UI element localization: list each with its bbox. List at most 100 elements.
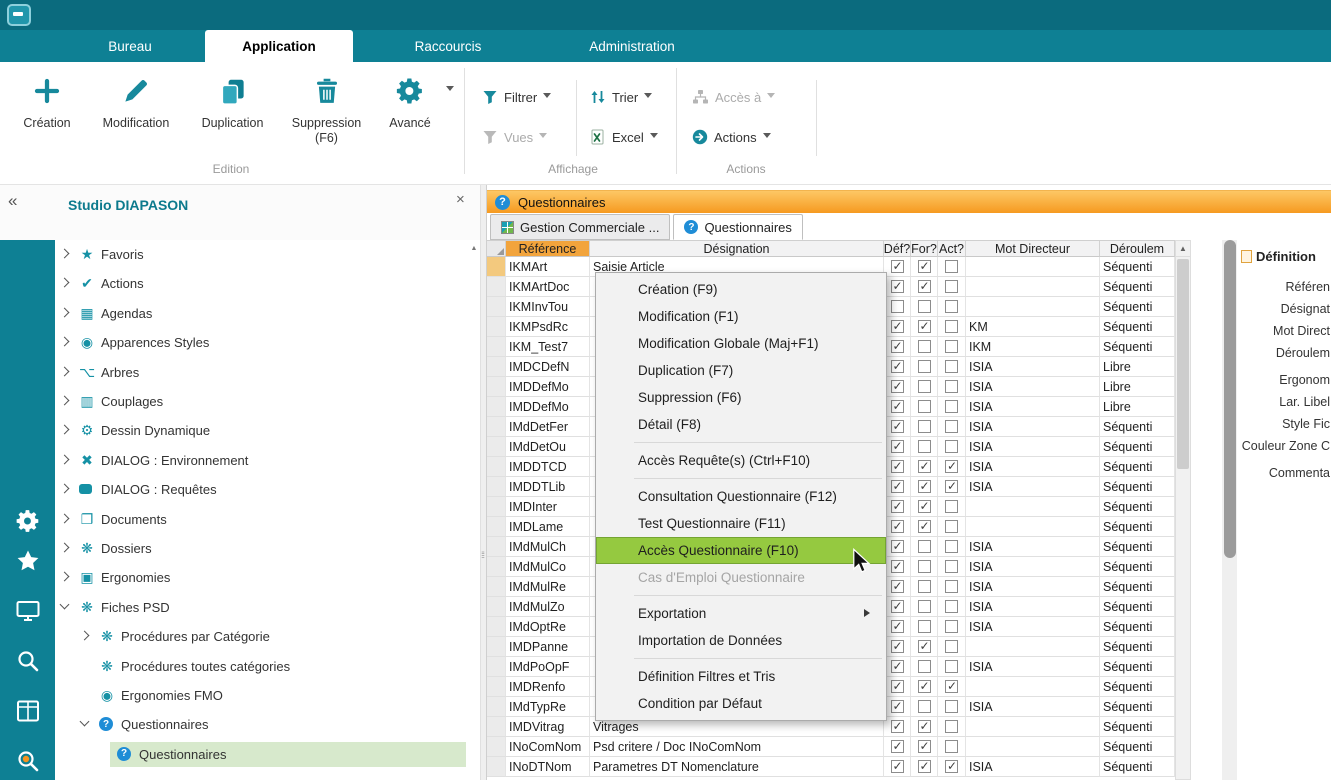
checkbox-unchecked[interactable] bbox=[945, 420, 958, 433]
row-leader[interactable] bbox=[487, 697, 506, 717]
close-icon[interactable]: × bbox=[456, 191, 465, 208]
library-icon[interactable] bbox=[15, 698, 41, 724]
checkbox-checked[interactable] bbox=[918, 260, 931, 273]
cell-designation[interactable]: Parametres DT Nomenclature bbox=[590, 757, 884, 777]
checkbox-checked[interactable] bbox=[891, 380, 904, 393]
checkbox-unchecked[interactable] bbox=[945, 440, 958, 453]
cell-flag[interactable] bbox=[938, 377, 966, 397]
cell-flag[interactable] bbox=[911, 357, 938, 377]
cell-deroulement[interactable]: Séquenti bbox=[1100, 497, 1175, 517]
cell-mot-directeur[interactable]: ISIA bbox=[966, 597, 1100, 617]
checkbox-checked[interactable] bbox=[945, 460, 958, 473]
cell-flag[interactable] bbox=[884, 657, 911, 677]
cell-deroulement[interactable]: Séquenti bbox=[1100, 517, 1175, 537]
cell-flag[interactable] bbox=[911, 397, 938, 417]
checkbox-unchecked[interactable] bbox=[918, 300, 931, 313]
row-leader[interactable] bbox=[487, 257, 506, 277]
sidebar-item-dessin-dynamique[interactable]: ⚙Dessin Dynamique bbox=[55, 417, 468, 444]
cell-flag[interactable] bbox=[884, 317, 911, 337]
cell-flag[interactable] bbox=[938, 557, 966, 577]
row-leader[interactable] bbox=[487, 457, 506, 477]
checkbox-checked[interactable] bbox=[891, 280, 904, 293]
context-menu-item-duplication-f7[interactable]: Duplication (F7) bbox=[596, 357, 886, 384]
chevron-right-icon[interactable] bbox=[60, 337, 70, 347]
cell-designation[interactable]: Psd critere / Doc INoComNom bbox=[590, 737, 884, 757]
checkbox-unchecked[interactable] bbox=[945, 500, 958, 513]
checkbox-unchecked[interactable] bbox=[945, 340, 958, 353]
cell-flag[interactable] bbox=[938, 457, 966, 477]
chevron-right-icon[interactable] bbox=[60, 396, 70, 406]
column-header-def[interactable]: Déf? bbox=[884, 241, 911, 257]
cell-reference[interactable]: IKM_Test7 bbox=[506, 337, 590, 357]
cell-flag[interactable] bbox=[911, 497, 938, 517]
checkbox-unchecked[interactable] bbox=[891, 300, 904, 313]
row-leader[interactable] bbox=[487, 617, 506, 637]
context-menu-item-condition-par-defaut[interactable]: Condition par Défaut bbox=[596, 690, 886, 717]
checkbox-checked[interactable] bbox=[891, 440, 904, 453]
cell-flag[interactable] bbox=[911, 437, 938, 457]
ribbon-tab-bureau[interactable]: Bureau bbox=[55, 30, 205, 62]
cell-flag[interactable] bbox=[938, 337, 966, 357]
sidebar-item-ergonomies-fmo[interactable]: ◉Ergonomies FMO bbox=[55, 682, 468, 709]
cell-flag[interactable] bbox=[911, 637, 938, 657]
cell-flag[interactable] bbox=[884, 397, 911, 417]
column-header-for[interactable]: For? bbox=[911, 241, 938, 257]
cell-mot-directeur[interactable] bbox=[966, 297, 1100, 317]
cell-flag[interactable] bbox=[911, 697, 938, 717]
sidebar-item-arbres[interactable]: ⌥Arbres bbox=[55, 359, 468, 386]
cell-deroulement[interactable]: Séquenti bbox=[1100, 537, 1175, 557]
cell-flag[interactable] bbox=[938, 677, 966, 697]
cell-deroulement[interactable]: Séquenti bbox=[1100, 477, 1175, 497]
grid-vertical-scrollbar[interactable]: ▲ bbox=[1175, 240, 1191, 780]
context-menu-item-modification-globale-maj-f1[interactable]: Modification Globale (Maj+F1) bbox=[596, 330, 886, 357]
cell-flag[interactable] bbox=[938, 737, 966, 757]
checkbox-checked[interactable] bbox=[918, 480, 931, 493]
cell-deroulement[interactable]: Séquenti bbox=[1100, 677, 1175, 697]
cell-mot-directeur[interactable]: ISIA bbox=[966, 417, 1100, 437]
cell-reference[interactable]: IMdDetOu bbox=[506, 437, 590, 457]
cell-mot-directeur[interactable]: ISIA bbox=[966, 617, 1100, 637]
cell-flag[interactable] bbox=[884, 337, 911, 357]
cell-deroulement[interactable]: Séquenti bbox=[1100, 737, 1175, 757]
cell-reference[interactable]: IMdMulCh bbox=[506, 537, 590, 557]
cell-mot-directeur[interactable]: IKM bbox=[966, 337, 1100, 357]
cell-mot-directeur[interactable]: ISIA bbox=[966, 697, 1100, 717]
cell-reference[interactable]: INoDTNom bbox=[506, 757, 590, 777]
ribbon-tab-application[interactable]: Application bbox=[205, 30, 353, 62]
checkbox-checked[interactable] bbox=[891, 760, 904, 773]
cell-deroulement[interactable]: Libre bbox=[1100, 357, 1175, 377]
checkbox-unchecked[interactable] bbox=[918, 580, 931, 593]
checkbox-unchecked[interactable] bbox=[918, 660, 931, 673]
creation-button[interactable]: Création bbox=[6, 70, 88, 166]
star-icon[interactable] bbox=[15, 548, 41, 574]
checkbox-checked[interactable] bbox=[891, 500, 904, 513]
cell-mot-directeur[interactable]: ISIA bbox=[966, 397, 1100, 417]
chevron-right-icon[interactable] bbox=[80, 631, 90, 641]
column-header-designation[interactable]: Désignation bbox=[590, 241, 884, 257]
cell-mot-directeur[interactable] bbox=[966, 517, 1100, 537]
row-leader[interactable] bbox=[487, 657, 506, 677]
cell-flag[interactable] bbox=[938, 577, 966, 597]
cell-flag[interactable] bbox=[911, 757, 938, 777]
cell-flag[interactable] bbox=[911, 337, 938, 357]
cell-reference[interactable]: IKMPsdRc bbox=[506, 317, 590, 337]
context-menu-item-acces-requete-s-ctrl-f10[interactable]: Accès Requête(s) (Ctrl+F10) bbox=[596, 447, 886, 474]
context-menu-item-definition-filtres-et-tris[interactable]: Définition Filtres et Tris bbox=[596, 663, 886, 690]
checkbox-checked[interactable] bbox=[891, 320, 904, 333]
cell-mot-directeur[interactable]: ISIA bbox=[966, 377, 1100, 397]
cell-flag[interactable] bbox=[911, 457, 938, 477]
context-menu-item-suppression-f6[interactable]: Suppression (F6) bbox=[596, 384, 886, 411]
row-leader[interactable] bbox=[487, 377, 506, 397]
checkbox-checked[interactable] bbox=[891, 640, 904, 653]
chevron-down-icon[interactable] bbox=[80, 717, 90, 727]
cell-flag[interactable] bbox=[884, 757, 911, 777]
cell-reference[interactable]: IKMInvTou bbox=[506, 297, 590, 317]
cell-mot-directeur[interactable] bbox=[966, 637, 1100, 657]
cell-deroulement[interactable]: Séquenti bbox=[1100, 617, 1175, 637]
table-row[interactable]: INoComNomPsd critere / Doc INoComNomSéqu… bbox=[487, 737, 1175, 757]
checkbox-checked[interactable] bbox=[891, 480, 904, 493]
cell-deroulement[interactable]: Séquenti bbox=[1100, 697, 1175, 717]
cell-flag[interactable] bbox=[884, 577, 911, 597]
row-selector-header[interactable] bbox=[487, 241, 506, 257]
checkbox-checked[interactable] bbox=[918, 680, 931, 693]
